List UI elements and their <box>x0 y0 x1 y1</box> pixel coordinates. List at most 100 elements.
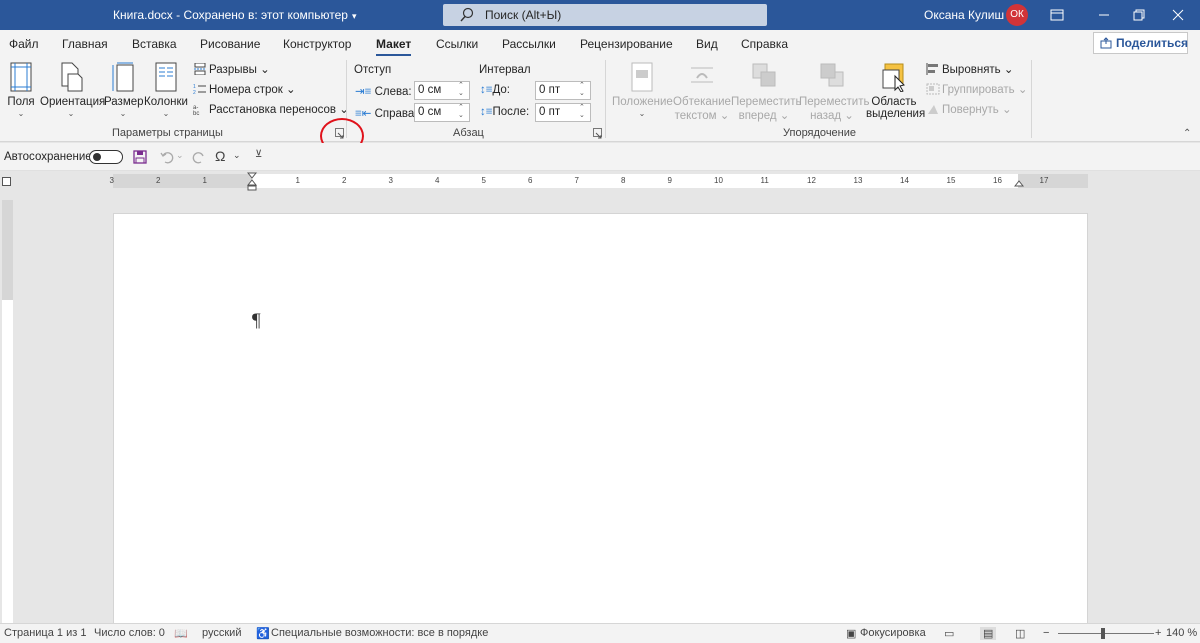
right-indent-marker-icon[interactable] <box>1014 178 1024 188</box>
document-title[interactable]: Книга.docx - Сохранено в: этот компьютер… <box>113 8 356 22</box>
redo-icon[interactable] <box>192 150 206 164</box>
margins-button[interactable]: Поля ⌄ <box>4 62 38 118</box>
send-backward-label-1: Переместить <box>799 96 870 108</box>
indent-left-value: 0 см <box>418 84 442 96</box>
size-button[interactable]: Размер ⌄ <box>104 62 144 118</box>
spacing-after-field[interactable]: 0 пт ⌃ ⌄ <box>535 103 591 122</box>
tab-review[interactable]: Рецензирование <box>580 37 673 51</box>
columns-button[interactable]: Колонки ⌄ <box>144 62 188 118</box>
tab-file[interactable]: Файл <box>9 37 39 51</box>
share-button[interactable]: Поделиться <box>1093 32 1188 54</box>
language[interactable]: русский <box>202 627 241 639</box>
spacing-before-field[interactable]: 0 пт ⌃ ⌄ <box>535 81 591 100</box>
tab-view[interactable]: Вид <box>696 37 718 51</box>
horizontal-ruler[interactable]: 3 2 1 1 2 3 4 5 6 7 8 9 10 11 12 13 14 15 16 17 <box>110 174 1088 188</box>
bring-forward-button[interactable]: Переместить вперед ⌄ <box>731 62 801 122</box>
spinner-arrows-icon: ⌃ ⌄ <box>458 82 464 97</box>
send-backward-button[interactable]: Переместить назад ⌄ <box>799 62 870 122</box>
position-icon <box>631 62 653 92</box>
hyphenation-button[interactable]: a-bc Расстановка переносов ⌄ <box>193 102 349 116</box>
save-icon[interactable] <box>133 150 147 164</box>
align-button[interactable]: Выровнять ⌄ <box>926 62 1014 76</box>
focus-icon[interactable]: ▣ <box>846 627 856 640</box>
chevron-down-icon: ⌄ <box>162 109 170 118</box>
tab-insert[interactable]: Вставка <box>132 37 177 51</box>
customize-toolbar-icon[interactable]: ⊻ <box>255 149 262 160</box>
chevron-down-icon: ⌄ <box>719 110 730 122</box>
svg-text:2: 2 <box>193 90 196 95</box>
selection-pane-button[interactable]: Область выделения <box>866 62 925 120</box>
collapse-ribbon-icon[interactable]: ⌃ <box>1183 128 1191 139</box>
group-button[interactable]: Группировать ⌄ <box>926 82 1028 96</box>
tab-home[interactable]: Главная <box>62 37 108 51</box>
vertical-ruler[interactable] <box>2 200 13 625</box>
indent-left-icon: ⇥≡ <box>355 86 372 98</box>
indent-right-field[interactable]: 0 см ⌃ ⌄ <box>414 103 470 122</box>
chevron-down-icon: ⌄ <box>17 109 25 118</box>
accessibility-icon[interactable]: ♿ <box>256 627 270 640</box>
ruler-number: 7 <box>574 176 579 185</box>
print-layout-icon[interactable]: ▤ <box>980 627 997 640</box>
undo-icon[interactable] <box>160 150 174 164</box>
indent-marker-icon[interactable] <box>247 172 257 192</box>
wrap-text-label-1: Обтекание <box>673 96 731 108</box>
ruler-number: 11 <box>760 176 769 185</box>
tab-draw[interactable]: Рисование <box>200 37 260 51</box>
chevron-down-icon: ⌄ <box>1002 104 1012 116</box>
paragraph-mark[interactable]: ¶ <box>252 310 261 332</box>
zoom-slider[interactable] <box>1058 633 1154 634</box>
accessibility-status[interactable]: Специальные возможности: все в порядке <box>271 627 488 639</box>
tab-design[interactable]: Конструктор <box>283 37 351 51</box>
omega-symbol-icon[interactable]: Ω <box>215 148 225 164</box>
close-button[interactable] <box>1156 0 1200 30</box>
paragraph-dialog-launcher[interactable] <box>593 128 602 139</box>
maximize-button[interactable] <box>1117 0 1161 30</box>
chevron-down-icon[interactable]: ⌄ <box>233 150 241 161</box>
chevron-down-icon: ⌄ <box>339 104 349 116</box>
spacing-after-label: ↕≡После: <box>480 106 529 118</box>
zoom-slider-thumb[interactable] <box>1101 628 1105 639</box>
chevron-down-icon[interactable]: ⌄ <box>176 150 184 161</box>
proofing-icon[interactable]: 📖 <box>174 627 188 640</box>
columns-icon <box>155 62 177 92</box>
ruler-number: 17 <box>1039 176 1049 185</box>
chevron-down-icon: ⌄ <box>260 64 270 76</box>
spinner-arrows-icon: ⌃ ⌄ <box>579 104 585 119</box>
zoom-level[interactable]: 140 % <box>1166 627 1197 639</box>
bring-forward-icon <box>752 63 776 87</box>
tab-references[interactable]: Ссылки <box>436 37 478 51</box>
close-icon <box>1172 9 1184 21</box>
wrap-text-button[interactable]: Обтекание текстом ⌄ <box>673 62 731 122</box>
web-layout-icon[interactable]: ◫ <box>1015 627 1025 640</box>
position-button[interactable]: Положение ⌄ <box>612 62 673 118</box>
search-icon <box>460 7 474 22</box>
spacing-header: Интервал <box>479 64 531 76</box>
tab-selector-icon[interactable] <box>2 177 11 186</box>
orientation-button[interactable]: Ориентация ⌄ <box>40 62 105 118</box>
indent-left-field[interactable]: 0 см ⌃ ⌄ <box>414 81 470 100</box>
tab-mailings[interactable]: Рассылки <box>502 37 556 51</box>
word-count[interactable]: Число слов: 0 <box>94 627 165 639</box>
line-numbers-label: Номера строк <box>209 84 283 96</box>
avatar[interactable]: ОК <box>1006 4 1028 26</box>
zoom-out-icon[interactable]: − <box>1043 627 1049 639</box>
focus-mode[interactable]: Фокусировка <box>860 627 926 639</box>
document-page[interactable]: ¶ <box>113 213 1088 628</box>
group-label: Группировать <box>942 84 1015 96</box>
zoom-in-icon[interactable]: + <box>1155 627 1161 639</box>
ribbon-display-options-button[interactable] <box>1035 0 1079 30</box>
arrange-group-label: Упорядочение <box>783 127 856 139</box>
breaks-button[interactable]: Разрывы ⌄ <box>193 62 270 76</box>
hyphenation-icon: a-bc <box>193 105 199 115</box>
tab-help[interactable]: Справка <box>741 37 788 51</box>
user-name[interactable]: Оксана Кулиш <box>924 8 1004 22</box>
rotate-button[interactable]: Повернуть ⌄ <box>926 102 1012 116</box>
autosave-toggle[interactable] <box>89 150 123 164</box>
ruler-number: 1 <box>202 176 207 185</box>
line-numbers-button[interactable]: 1 2 Номера строк ⌄ <box>193 82 296 96</box>
read-mode-icon[interactable]: ▭ <box>944 627 954 640</box>
page-count[interactable]: Страница 1 из 1 <box>4 627 86 639</box>
search-box[interactable]: Поиск (Alt+Ы) <box>443 4 767 26</box>
tab-layout[interactable]: Макет <box>376 37 412 57</box>
page-size-icon <box>112 62 134 92</box>
